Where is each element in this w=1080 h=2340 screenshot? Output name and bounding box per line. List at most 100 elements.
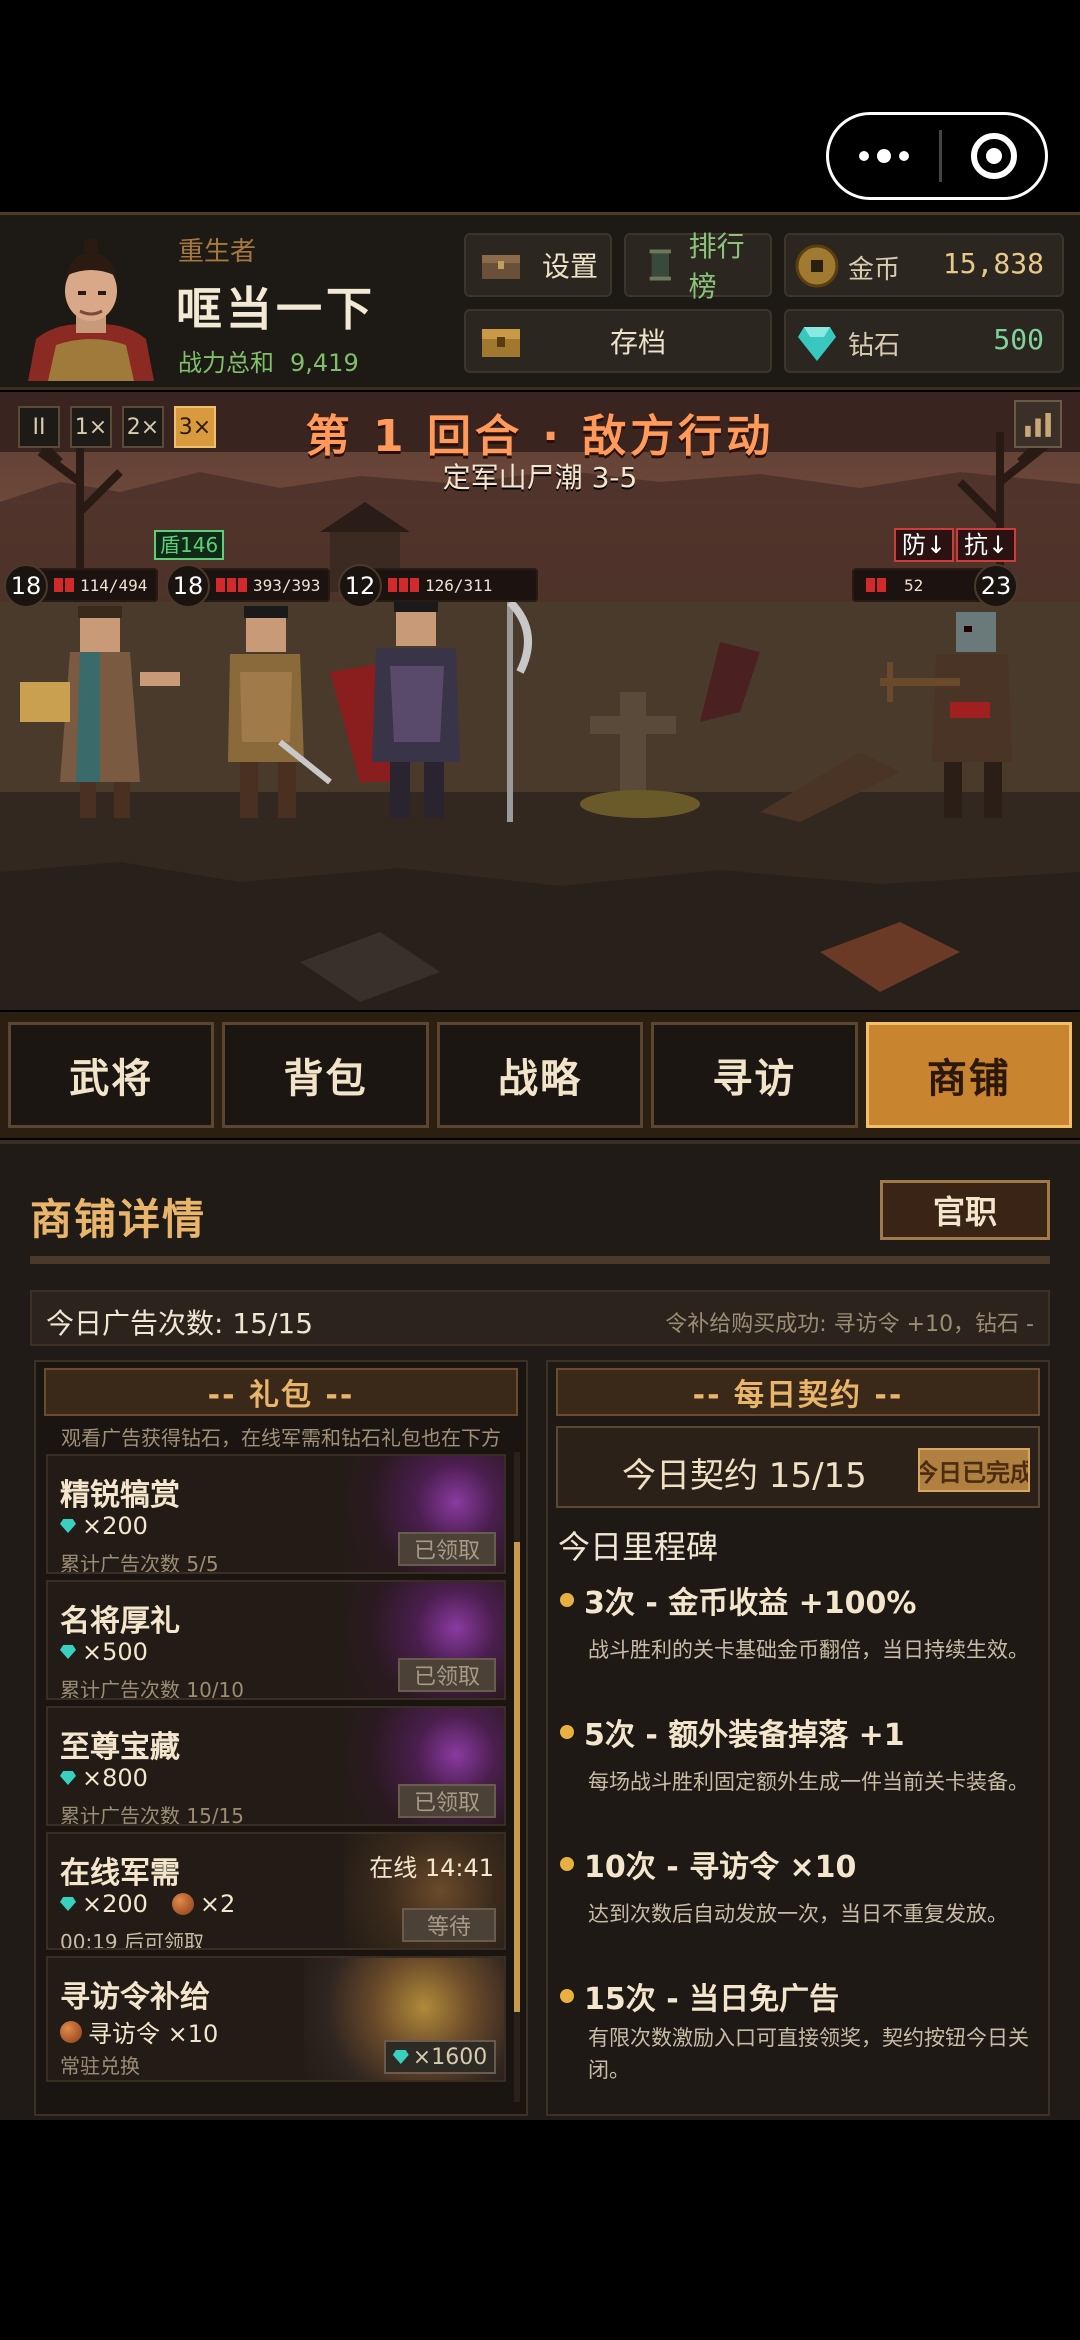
settings-button[interactable]: 设置 [464, 233, 612, 297]
recruit-token-card[interactable]: 寻访令补给 寻访令 ×10 常驻兑换 ×1600 [46, 1956, 506, 2082]
save-button[interactable]: 存档 [464, 309, 772, 373]
official-rank-button[interactable]: 官职 [880, 1180, 1050, 1240]
ally-strategist-sprite[interactable] [20, 582, 190, 822]
hp-segments [216, 578, 247, 592]
ally-hp-1: 114/494 [80, 575, 148, 595]
bullet-icon [560, 1857, 574, 1871]
token-pack-name: 寻访令补给 [60, 1980, 210, 2015]
ranking-button[interactable]: 排行榜 [624, 230, 772, 303]
ranking-label: 排行榜 [688, 230, 745, 303]
recruit-token-icon [60, 2020, 82, 2043]
tab-backpack[interactable]: 背包 [222, 1022, 429, 1128]
gift-reward-amount: ×200 [82, 1512, 148, 1540]
hero-name: 哐当一下 [176, 282, 376, 336]
enemy-hp: 52 [904, 575, 924, 595]
token-note: 常驻兑换 [60, 2054, 140, 2078]
claimed-button[interactable]: 已领取 [398, 1532, 496, 1566]
contract-completed-button[interactable]: 今日已完成 [918, 1448, 1030, 1492]
online-supply-card[interactable]: 在线军需 在线 14:41 ×200 ×2 00:19 后可领取 等待 [46, 1832, 506, 1950]
ally-level-1: 18 [4, 564, 48, 608]
milestone-title: 今日里程碑 [558, 1528, 719, 1566]
milestone-item: 15次 - 当日免广告 有限次数激励入口可直接领奖，契约按钮今日关闭。 [560, 1974, 1040, 2086]
claimed-button[interactable]: 已领取 [398, 1658, 496, 1692]
ad-status-bar: 今日广告次数: 15/15 令补给购买成功: 寻访令 +10，钻石 - [30, 1290, 1050, 1346]
milestone-name: 3次 - 金币收益 +100% [584, 1586, 917, 1621]
diamond-icon [392, 2050, 409, 2064]
shop-panel: 商铺详情 官职 今日广告次数: 15/15 令补给购买成功: 寻访令 +10，钻… [0, 1140, 1080, 2120]
milestone-desc: 每场战斗胜利固定额外生成一件当前关卡装备。 [588, 1770, 1029, 1794]
enemy-zombie-crossbowman-sprite[interactable] [880, 592, 1060, 822]
diamond-icon [60, 1645, 76, 1659]
ally-hp-bar-3: 12 126/311 [338, 564, 538, 608]
ally-level-2: 18 [166, 564, 210, 608]
daily-contract-column: -- 每日契约 -- 今日契约 15/15 今日已完成 今日里程碑 3次 - 金… [546, 1360, 1050, 2116]
online-supply-reward: ×200 ×2 [60, 1890, 235, 1918]
gift-progress: 累计广告次数 5/5 [60, 1552, 219, 1574]
ad-count: 今日广告次数: 15/15 [46, 1307, 314, 1340]
hp-segments [388, 578, 419, 592]
gift-progress: 累计广告次数 10/10 [60, 1678, 244, 1700]
token-reward-text: 寻访令 ×10 [88, 2020, 219, 2048]
milestone-name: 15次 - 当日免广告 [584, 1982, 840, 2017]
scrollbar-thumb[interactable] [514, 1542, 520, 2012]
bullet-icon [560, 1725, 574, 1739]
save-label: 存档 [610, 326, 667, 359]
diamond-value: 500 [993, 323, 1044, 356]
ally-hp-bar-1: 18 114/494 [4, 564, 158, 608]
purchase-message: 令补给购买成功: 寻访令 +10，钻石 - [665, 1312, 1034, 1337]
token-price: ×1600 [412, 2044, 488, 2070]
milestone-item: 10次 - 寻访令 ×10 达到次数后自动发放一次，当日不重复发放。 [560, 1842, 1040, 1930]
tab-generals[interactable]: 武将 [8, 1022, 215, 1128]
gift-reward-amount: ×800 [82, 1764, 148, 1792]
power-label: 战力总和 [178, 349, 274, 377]
bullet-icon [560, 1989, 574, 2003]
ally-level-3: 12 [338, 564, 382, 608]
gifts-header: -- 礼包 -- [44, 1368, 518, 1416]
enemy-level: 23 [974, 564, 1018, 608]
milestone-item: 3次 - 金币收益 +100% 战斗胜利的关卡基础金币翻倍，当日持续生效。 [560, 1578, 1040, 1666]
power-value: 9,419 [290, 349, 359, 377]
diamond-icon [60, 1897, 76, 1911]
waiting-button[interactable]: 等待 [402, 1908, 496, 1942]
contract-progress: 今日契约 15/15 [622, 1456, 867, 1496]
tab-shop[interactable]: 商铺 [865, 1022, 1073, 1128]
ally-general-sprite[interactable] [310, 582, 550, 822]
close-miniprogram-icon[interactable] [942, 133, 1045, 179]
buy-with-diamonds-button[interactable]: ×1600 [384, 2040, 496, 2074]
hero-avatar[interactable] [18, 229, 164, 381]
milestone-desc: 达到次数后自动发放一次，当日不重复发放。 [588, 1902, 1008, 1926]
gift-card-elite-reward[interactable]: 精锐犒赏 ×200 累计广告次数 5/5 已领取 [46, 1454, 506, 1574]
gift-name: 名将厚礼 [60, 1604, 180, 1639]
milestone-desc: 战斗胜利的关卡基础金币翻倍，当日持续生效。 [588, 1638, 1029, 1662]
gold-label: 金币 [848, 255, 901, 285]
tab-strategy[interactable]: 战略 [436, 1022, 644, 1128]
diamond-icon [798, 327, 836, 361]
gift-reward: ×500 [60, 1638, 148, 1666]
enemy-resist-down-badge: 抗↓ [956, 528, 1017, 562]
tab-recruit[interactable]: 寻访 [651, 1022, 858, 1128]
enemy-defense-down-badge: 防↓ [894, 528, 955, 562]
round-title: 第 1 回合 · 敌方行动 [305, 411, 775, 462]
online-supply-name: 在线军需 [60, 1856, 180, 1891]
more-menu-icon[interactable] [829, 115, 939, 197]
hp-segments [866, 578, 886, 592]
battle-stats-icon[interactable] [1014, 400, 1062, 448]
claimed-button[interactable]: 已领取 [398, 1784, 496, 1818]
token-pack-reward: 寻访令 ×10 [60, 2014, 218, 2049]
gold-value: 15,838 [942, 247, 1044, 280]
gift-list-scrollbar[interactable] [514, 1452, 520, 2102]
miniprogram-capsule [826, 112, 1048, 200]
gift-card-general-gift[interactable]: 名将厚礼 ×500 累计广告次数 10/10 已领取 [46, 1580, 506, 1700]
gifts-subtitle: 观看广告获得钻石，在线军需和钻石礼包也在下方 [61, 1426, 501, 1450]
gift-card-supreme-treasure[interactable]: 至尊宝藏 ×800 累计广告次数 15/15 已领取 [46, 1706, 506, 1826]
online-gem-amount: ×200 [82, 1890, 148, 1918]
hp-segments [54, 578, 74, 592]
diamond-label: 钻石 [848, 331, 901, 361]
online-item-amount: ×2 [199, 1890, 236, 1918]
milestone-name: 10次 - 寻访令 ×10 [584, 1850, 857, 1885]
online-timer: 00:19 后可领取 [60, 1930, 204, 1950]
gift-name: 精锐犒赏 [60, 1478, 180, 1513]
gift-reward: ×200 [60, 1512, 148, 1540]
battle-scene: II 1× 2× 3× 第 1 回合 · 敌方行动 定军山尸潮 3-5 盾146… [0, 392, 1080, 1010]
chest-icon [482, 255, 520, 279]
